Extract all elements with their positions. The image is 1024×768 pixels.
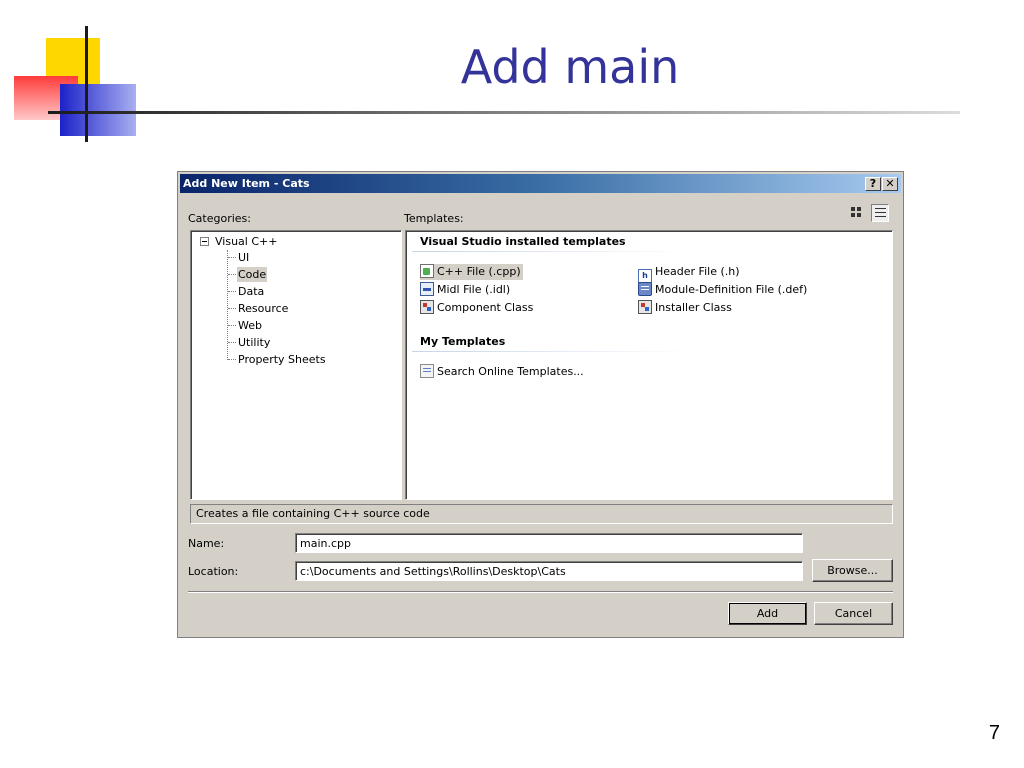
tree-item-resource[interactable]: Resource bbox=[227, 301, 289, 316]
add-new-item-dialog: Add New Item - Cats ? ✕ Categories: Temp… bbox=[177, 171, 904, 638]
close-button[interactable]: ✕ bbox=[882, 177, 898, 191]
section-divider bbox=[412, 251, 692, 252]
template-search-online[interactable]: Search Online Templates... bbox=[420, 364, 586, 380]
large-icons-view-button[interactable] bbox=[848, 204, 866, 222]
collapse-icon[interactable] bbox=[200, 237, 209, 246]
installed-templates-header: Visual Studio installed templates bbox=[420, 235, 626, 248]
add-button[interactable]: Add bbox=[728, 602, 807, 625]
large-icons-icon bbox=[851, 207, 861, 217]
categories-label: Categories: bbox=[188, 212, 251, 225]
dialog-title: Add New Item - Cats bbox=[183, 177, 310, 190]
slide-title: Add main bbox=[460, 40, 680, 94]
template-installer-class[interactable]: Installer Class bbox=[638, 300, 734, 316]
cancel-button[interactable]: Cancel bbox=[814, 602, 893, 625]
search-online-icon bbox=[420, 364, 434, 378]
installer-class-icon bbox=[638, 300, 652, 314]
cpp-file-icon bbox=[420, 264, 434, 278]
decor-vertical-line bbox=[85, 26, 88, 142]
template-cpp-file[interactable]: C++ File (.cpp) bbox=[420, 264, 523, 280]
title-underline bbox=[48, 111, 960, 114]
module-definition-icon bbox=[638, 282, 652, 296]
templates-list[interactable]: Visual Studio installed templates C++ Fi… bbox=[405, 230, 893, 500]
tree-node-visual-cpp[interactable]: Visual C++ bbox=[200, 235, 277, 248]
dialog-titlebar: Add New Item - Cats ? ✕ bbox=[180, 174, 901, 193]
decor-blue-square bbox=[60, 84, 136, 136]
tree-item-property-sheets[interactable]: Property Sheets bbox=[228, 352, 327, 367]
template-label: Midl File (.idl) bbox=[437, 283, 511, 296]
tree-item-data[interactable]: Data bbox=[227, 284, 265, 299]
location-label: Location: bbox=[188, 565, 239, 578]
template-label: Header File (.h) bbox=[655, 265, 740, 278]
component-class-icon bbox=[420, 300, 434, 314]
tree-node-label: Visual C++ bbox=[215, 235, 278, 248]
tree-connector bbox=[227, 250, 228, 360]
categories-tree[interactable]: Visual C++ UI Code Data Resource Web Uti… bbox=[190, 230, 402, 500]
tree-item-utility[interactable]: Utility bbox=[227, 335, 271, 350]
name-label: Name: bbox=[188, 537, 225, 550]
templates-label: Templates: bbox=[404, 212, 464, 225]
browse-button[interactable]: Browse... bbox=[812, 559, 893, 582]
template-label: Module-Definition File (.def) bbox=[655, 283, 808, 296]
template-midl-file[interactable]: Midl File (.idl) bbox=[420, 282, 512, 298]
small-icons-view-button[interactable] bbox=[871, 204, 889, 222]
my-templates-header: My Templates bbox=[420, 335, 506, 348]
name-input[interactable] bbox=[295, 533, 803, 553]
description-bar: Creates a file containing C++ source cod… bbox=[190, 504, 893, 524]
location-input[interactable] bbox=[295, 561, 803, 581]
help-button[interactable]: ? bbox=[865, 177, 881, 191]
template-module-definition[interactable]: Module-Definition File (.def) bbox=[638, 282, 809, 298]
tree-item-ui[interactable]: UI bbox=[227, 250, 250, 265]
template-header-file[interactable]: h Header File (.h) bbox=[638, 264, 742, 283]
list-view-icon bbox=[875, 208, 886, 219]
close-icon: ✕ bbox=[885, 177, 895, 190]
template-component-class[interactable]: Component Class bbox=[420, 300, 535, 316]
template-label: Search Online Templates... bbox=[437, 365, 584, 378]
section-divider bbox=[412, 351, 692, 352]
template-label: Component Class bbox=[437, 301, 534, 314]
button-separator bbox=[188, 591, 893, 593]
tree-item-code[interactable]: Code bbox=[227, 267, 268, 282]
template-label: C++ File (.cpp) bbox=[437, 265, 521, 278]
tree-item-web[interactable]: Web bbox=[228, 318, 263, 333]
header-file-icon: h bbox=[638, 269, 652, 283]
page-number: 7 bbox=[988, 722, 1000, 744]
midl-file-icon bbox=[420, 282, 434, 296]
template-label: Installer Class bbox=[655, 301, 732, 314]
